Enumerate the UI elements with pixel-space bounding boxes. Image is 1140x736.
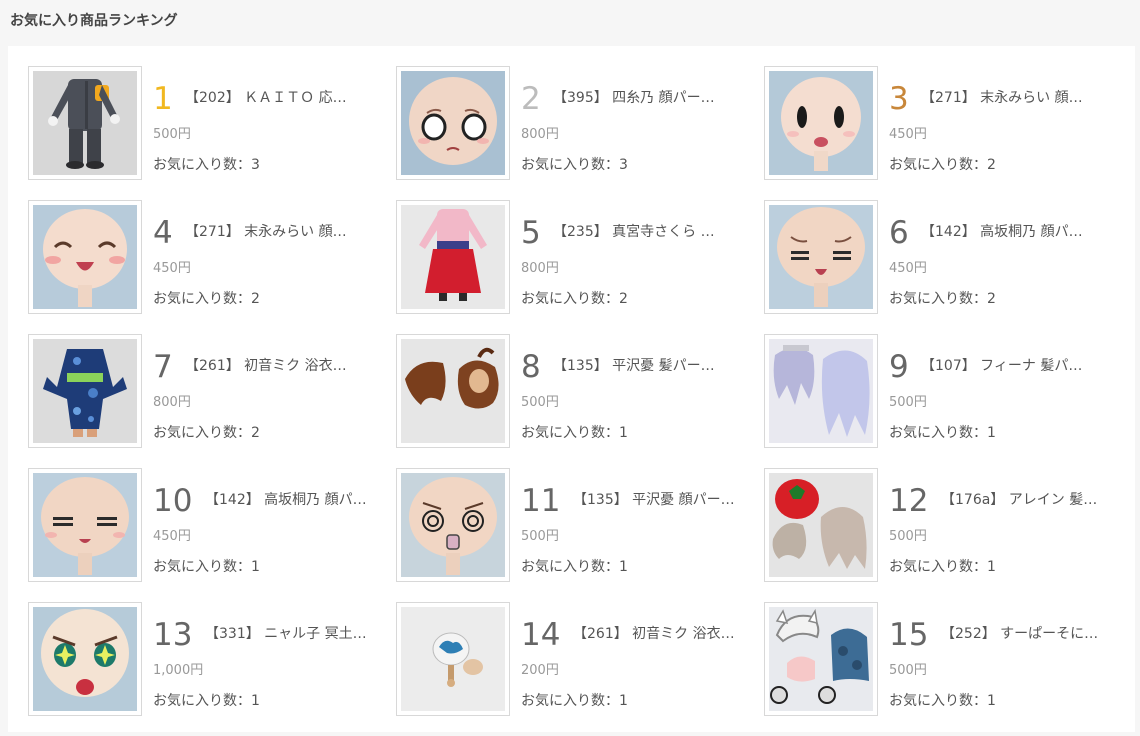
rank-number: 7 xyxy=(153,349,173,385)
page-title: お気に入り商品ランキング xyxy=(10,13,178,29)
product-name-link[interactable]: 【261】 初音ミク 浴衣… xyxy=(573,624,759,644)
rank-number: 13 xyxy=(153,617,193,653)
rank-number: 1 xyxy=(153,81,173,117)
product-name-link[interactable]: 【395】 四糸乃 顔パー… xyxy=(553,88,753,108)
product-name-link[interactable]: 【235】 真宮寺さくら … xyxy=(553,222,753,242)
rank-number: 2 xyxy=(521,81,541,117)
favorite-count: お気に入り数：1 xyxy=(153,693,260,709)
rank-number: 15 xyxy=(889,617,929,653)
favorite-count: お気に入り数：1 xyxy=(889,559,996,575)
product-price: 800円 xyxy=(521,261,559,276)
product-name-link[interactable]: 【261】 初音ミク 浴衣… xyxy=(185,356,385,376)
product-price: 500円 xyxy=(889,529,927,544)
ranking-item[interactable]: 8 【135】 平沢憂 髪パー… 500円お気に入り数：1 xyxy=(396,334,764,448)
squint-face-image[interactable] xyxy=(28,468,142,582)
brown-hair-image[interactable] xyxy=(396,334,510,448)
product-price: 800円 xyxy=(521,127,559,142)
silver-hair-image[interactable] xyxy=(764,334,878,448)
sparkle-eyes-face-image[interactable] xyxy=(28,602,142,716)
product-price: 450円 xyxy=(889,261,927,276)
kaito-body-image[interactable] xyxy=(28,66,142,180)
simple-face-image[interactable] xyxy=(764,66,878,180)
product-name-link[interactable]: 【271】 末永みらい 顔… xyxy=(921,88,1121,108)
ranking-item[interactable]: 3 【271】 末永みらい 顔… 450円お気に入り数：2 xyxy=(764,66,1124,180)
favorite-count: お気に入り数：1 xyxy=(521,559,628,575)
favorite-count: お気に入り数：2 xyxy=(889,157,996,173)
uchiwa-fan-image[interactable] xyxy=(396,602,510,716)
product-name-link[interactable]: 【271】 末永みらい 顔… xyxy=(185,222,385,242)
tomato-hair-image[interactable] xyxy=(764,468,878,582)
product-price: 500円 xyxy=(521,529,559,544)
rank-number: 11 xyxy=(521,483,561,519)
favorite-count: お気に入り数：2 xyxy=(153,291,260,307)
product-price: 500円 xyxy=(521,395,559,410)
favorite-count: お気に入り数：1 xyxy=(889,425,996,441)
ranking-item[interactable]: 2 【395】 四糸乃 顔パー… 800円お気に入り数：3 xyxy=(396,66,764,180)
closed-eyes-face-image[interactable] xyxy=(764,200,878,314)
favorite-count: お気に入り数：3 xyxy=(521,157,628,173)
favorite-count: お気に入り数：1 xyxy=(153,559,260,575)
ranking-item[interactable]: 11 【135】 平沢憂 顔パー… 500円お気に入り数：1 xyxy=(396,468,764,582)
product-name-link[interactable]: 【202】 ＫＡＩＴＯ 応… xyxy=(185,88,385,108)
ranking-panel: 1 【202】 ＫＡＩＴＯ 応… 500円 お気に入り数：3 2 【395】 四糸乃 顔… xyxy=(8,46,1135,732)
ranking-item[interactable]: 6 【142】 高坂桐乃 顔パ… 450円お気に入り数：2 xyxy=(764,200,1124,314)
ranking-item[interactable]: 15 【252】 すーぱーそに… 500円お気に入り数：1 xyxy=(764,602,1124,716)
product-price: 500円 xyxy=(153,127,191,142)
laughing-face-image[interactable] xyxy=(28,200,142,314)
ranking-item[interactable]: 1 【202】 ＫＡＩＴＯ 応… 500円お気に入り数：3 xyxy=(28,66,396,180)
product-price: 450円 xyxy=(889,127,927,142)
favorite-count: お気に入り数：1 xyxy=(521,693,628,709)
headphones-parts-image[interactable] xyxy=(764,602,878,716)
ranking-item[interactable]: 12 【176a】 アレイン 髪… 500円お気に入り数：1 xyxy=(764,468,1124,582)
ranking-item[interactable]: 13 【331】 ニャル子 冥土… 1,000円お気に入り数：1 xyxy=(28,602,396,716)
favorite-count: お気に入り数：2 xyxy=(889,291,996,307)
ranking-item[interactable]: 9 【107】 フィーナ 髪パ… 500円お気に入り数：1 xyxy=(764,334,1124,448)
product-name-link[interactable]: 【107】 フィーナ 髪パ… xyxy=(921,356,1121,376)
rank-number: 5 xyxy=(521,215,541,251)
product-price: 500円 xyxy=(889,663,927,678)
shocked-face-image[interactable] xyxy=(396,66,510,180)
favorite-count: お気に入り数：2 xyxy=(153,425,260,441)
favorite-count: お気に入り数：3 xyxy=(153,157,260,173)
product-price: 450円 xyxy=(153,529,191,544)
rank-number: 8 xyxy=(521,349,541,385)
ranking-item[interactable]: 14 【261】 初音ミク 浴衣… 200円お気に入り数：1 xyxy=(396,602,764,716)
product-name-link[interactable]: 【135】 平沢憂 顔パー… xyxy=(573,490,759,510)
product-price: 800円 xyxy=(153,395,191,410)
rank-number: 6 xyxy=(889,215,909,251)
favorite-count: お気に入り数：1 xyxy=(521,425,628,441)
rank-number: 3 xyxy=(889,81,909,117)
favorite-count: お気に入り数：2 xyxy=(521,291,628,307)
product-price: 200円 xyxy=(521,663,559,678)
rank-number: 4 xyxy=(153,215,173,251)
hakama-body-image[interactable] xyxy=(396,200,510,314)
ranking-item[interactable]: 5 【235】 真宮寺さくら … 800円お気に入り数：2 xyxy=(396,200,764,314)
product-price: 500円 xyxy=(889,395,927,410)
ranking-grid: 1 【202】 ＫＡＩＴＯ 応… 500円 お気に入り数：3 2 【395】 四糸乃 顔… xyxy=(28,66,1124,736)
ranking-item[interactable]: 4 【271】 末永みらい 顔… 450円お気に入り数：2 xyxy=(28,200,396,314)
product-name-link[interactable]: 【135】 平沢憂 髪パー… xyxy=(553,356,753,376)
product-price: 1,000円 xyxy=(153,663,204,678)
product-name-link[interactable]: 【331】 ニャル子 冥土… xyxy=(205,624,391,644)
rank-number: 10 xyxy=(153,483,193,519)
rank-number: 9 xyxy=(889,349,909,385)
rank-number: 14 xyxy=(521,617,561,653)
product-price: 450円 xyxy=(153,261,191,276)
ranking-item[interactable]: 10 【142】 高坂桐乃 顔パ… 450円お気に入り数：1 xyxy=(28,468,396,582)
ranking-item[interactable]: 7 【261】 初音ミク 浴衣… 800円お気に入り数：2 xyxy=(28,334,396,448)
rank-number: 12 xyxy=(889,483,929,519)
product-name-link[interactable]: 【142】 高坂桐乃 顔パ… xyxy=(205,490,391,510)
favorite-count: お気に入り数：1 xyxy=(889,693,996,709)
product-name-link[interactable]: 【252】 すーぱーそに… xyxy=(941,624,1127,644)
product-name-link[interactable]: 【142】 高坂桐乃 顔パ… xyxy=(921,222,1121,242)
dizzy-face-image[interactable] xyxy=(396,468,510,582)
yukata-body-image[interactable] xyxy=(28,334,142,448)
product-name-link[interactable]: 【176a】 アレイン 髪… xyxy=(941,490,1127,510)
